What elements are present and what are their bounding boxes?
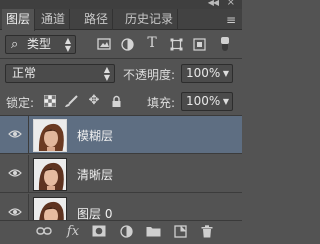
- layer-row-blur[interactable]: 模糊层: [0, 116, 242, 154]
- new-group-folder-icon[interactable]: [145, 225, 161, 239]
- shape-filter-icon[interactable]: [168, 38, 184, 54]
- double-chevron-icon[interactable]: ◀◀: [208, 0, 219, 7]
- layer-style-fx-icon[interactable]: fx: [64, 225, 82, 239]
- blend-mode-value: 正常: [12, 66, 37, 80]
- row-divider: [28, 155, 29, 193]
- layers-footer-toolbar: fx: [0, 220, 242, 244]
- lock-label: 锁定:: [6, 96, 35, 110]
- dropdown-arrow-icon[interactable]: ▼: [223, 65, 229, 82]
- fill-label: 填充:: [147, 96, 176, 110]
- tab-channels[interactable]: 通道: [37, 9, 71, 30]
- lock-position-icon[interactable]: ✥: [86, 94, 102, 108]
- filter-kind-label: 类型: [27, 37, 52, 51]
- lock-transparent-pixels-icon[interactable]: [42, 95, 58, 110]
- pixel-filter-icon[interactable]: [96, 38, 112, 53]
- filter-kind-select[interactable]: ⌕ 类型 ▲ ▼: [5, 35, 76, 54]
- updown-arrows-icon: ▲ ▼: [64, 36, 71, 53]
- fill-value: 100%: [186, 94, 221, 108]
- layer-name[interactable]: 清晰层: [77, 166, 113, 183]
- visibility-eye-icon[interactable]: [8, 128, 22, 140]
- smart-object-filter-icon[interactable]: [191, 38, 207, 54]
- layer-thumbnail: [33, 158, 67, 191]
- dropdown-arrow-icon[interactable]: ▼: [223, 93, 229, 110]
- filter-toggle-switch[interactable]: [219, 37, 231, 51]
- type-filter-icon[interactable]: T: [144, 36, 160, 50]
- panel-title-strip: ◀◀ ×: [0, 0, 242, 9]
- row-divider: [28, 116, 29, 154]
- link-layers-icon[interactable]: [36, 225, 52, 239]
- visibility-eye-icon[interactable]: [8, 167, 22, 179]
- lock-image-pixels-icon[interactable]: [63, 95, 79, 111]
- opacity-value: 100%: [186, 66, 221, 80]
- layer-name[interactable]: 模糊层: [77, 127, 113, 144]
- panel-menu-icon[interactable]: ≡: [226, 13, 236, 27]
- panel-tabs: 图层 通道 路径 历史记录 ≡: [0, 9, 242, 31]
- opacity-label: 不透明度:: [123, 68, 176, 82]
- layer-row-sharp[interactable]: 清晰层: [0, 155, 242, 193]
- tab-history[interactable]: 历史记录: [121, 9, 179, 30]
- lock-all-icon[interactable]: [108, 95, 124, 111]
- layer-thumbnail: [33, 119, 67, 152]
- updown-arrows-icon: ▲ ▼: [103, 65, 110, 82]
- search-icon: ⌕: [11, 37, 19, 52]
- new-layer-icon[interactable]: [172, 225, 188, 239]
- divider: [0, 58, 242, 59]
- fill-field[interactable]: 100% ▼: [181, 92, 233, 111]
- visibility-eye-icon[interactable]: [8, 206, 22, 218]
- adjustment-filter-icon[interactable]: [119, 38, 135, 54]
- adjustment-layer-icon[interactable]: [118, 225, 134, 239]
- trash-delete-icon[interactable]: [199, 225, 215, 239]
- tab-paths[interactable]: 路径: [80, 9, 114, 30]
- add-mask-icon[interactable]: [91, 225, 107, 239]
- tab-layers[interactable]: 图层: [2, 9, 36, 31]
- blend-mode-select[interactable]: 正常 ▲ ▼: [5, 64, 115, 83]
- opacity-field[interactable]: 100% ▼: [181, 64, 233, 83]
- close-icon[interactable]: ×: [227, 0, 235, 8]
